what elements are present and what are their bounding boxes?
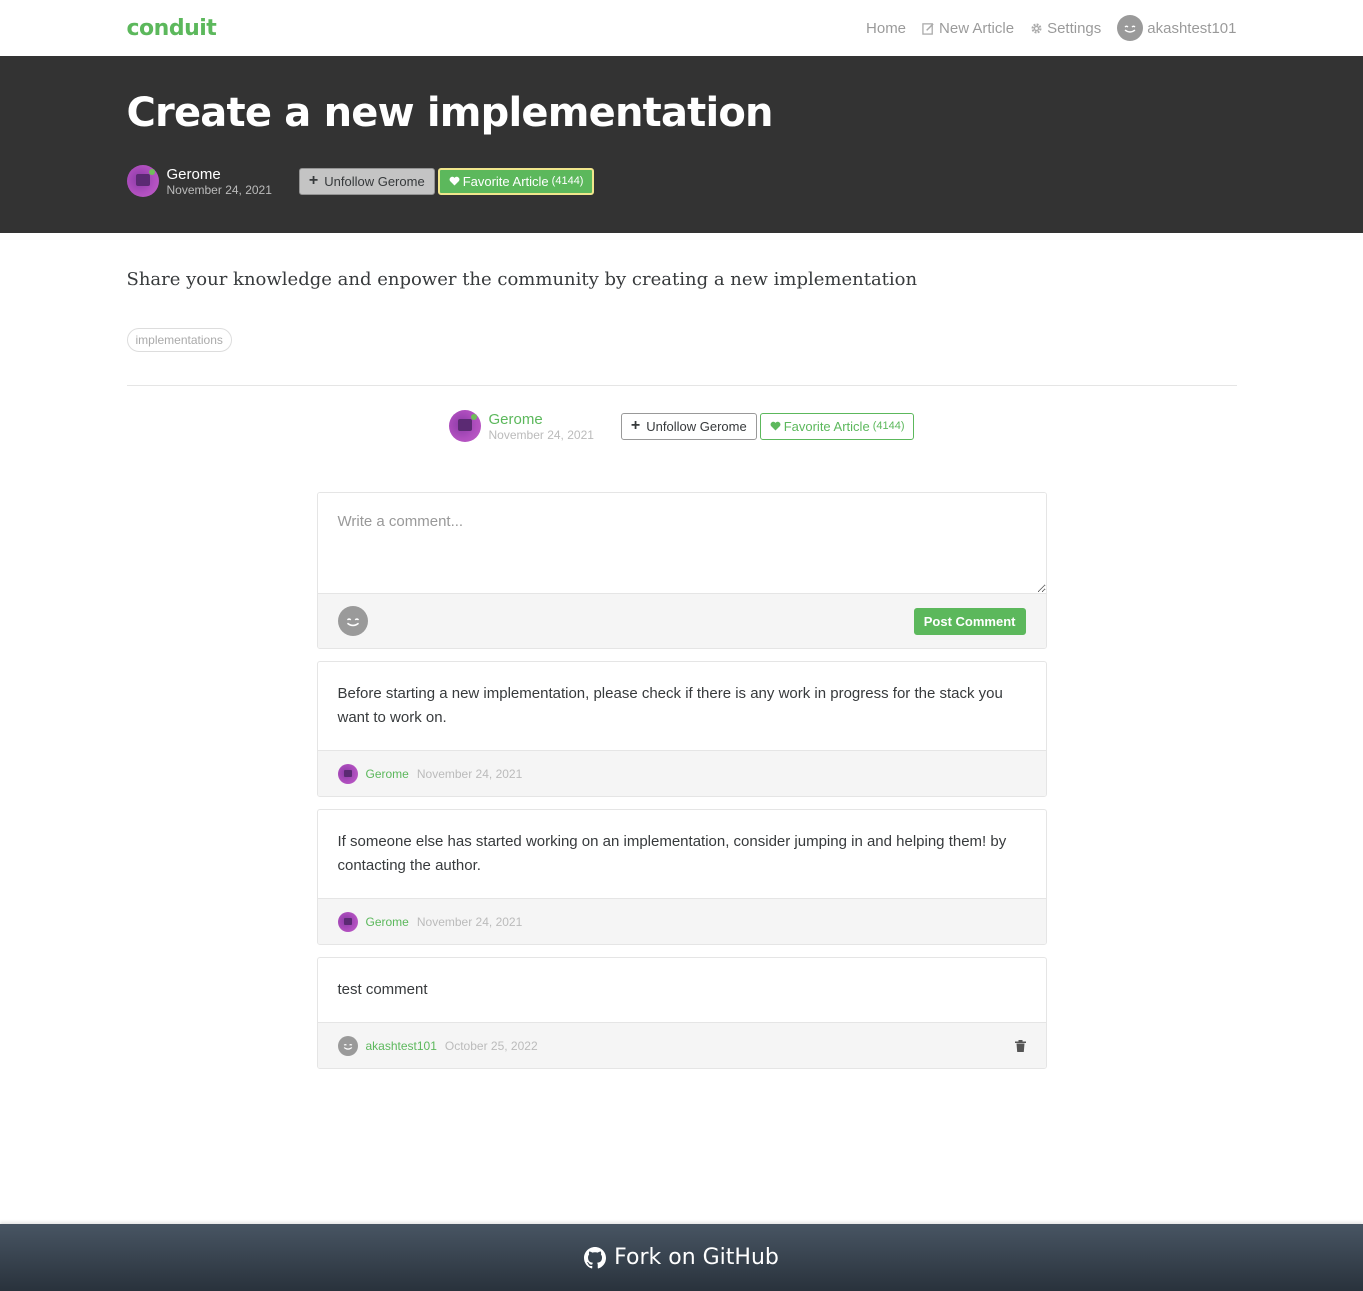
nav-home-label: Home [866,19,907,37]
favorite-label: Favorite Article [783,418,870,434]
comment-card: If someone else has started working on a… [316,809,1047,945]
fork-on-github-link[interactable]: Fork on GitHub [584,1245,779,1270]
author-avatar[interactable] [126,165,159,197]
author-name[interactable]: Gerome [489,411,594,428]
author-info: Gerome November 24, 2021 [489,411,594,442]
nav-profile[interactable]: akashtest101 [1117,15,1237,41]
author-info: Gerome November 24, 2021 [167,166,272,197]
comment-card: Before starting a new implementation, pl… [316,661,1047,797]
smiley-avatar-icon [337,606,368,636]
edit-icon [922,22,934,35]
comment-date: November 24, 2021 [416,914,523,929]
tag-list: implementations [126,328,1237,352]
heart-icon [449,176,460,186]
article-body: Share your knowledge and enpower the com… [126,269,918,290]
comment-author[interactable]: Gerome [366,767,409,781]
post-comment-button[interactable]: Post Comment [913,607,1026,635]
unfollow-label: Unfollow Gerome [646,418,747,434]
plus-icon: + [308,172,319,189]
footer: Fork on GitHub [0,1224,1363,1291]
favorite-button[interactable]: Favorite Article (4144) [437,167,595,195]
comment-card: test comment akashtest101 October 25, 20… [316,957,1047,1069]
comment-body: If someone else has started working on a… [337,833,1007,874]
article-date: November 24, 2021 [166,182,272,197]
tag-pill[interactable]: implementations [126,328,232,352]
article-content: Share your knowledge and enpower the com… [126,233,1237,1069]
comment-form: Post Comment [316,492,1047,649]
github-icon [584,1246,607,1268]
plus-icon: + [630,417,641,434]
nav-settings-label: Settings [1047,19,1102,37]
navbar: conduit Home New Article Settings akasht… [0,0,1363,56]
article-date: November 24, 2021 [488,427,594,442]
comment-author[interactable]: akashtest101 [366,1039,437,1053]
nav-username: akashtest101 [1147,19,1237,37]
gear-icon [1031,22,1042,34]
comments-section: Post Comment Before starting a new imple… [316,492,1047,1069]
favorite-button[interactable]: Favorite Article (4144) [759,412,915,440]
smiley-avatar-icon[interactable] [337,1035,358,1056]
comment-author[interactable]: Gerome [366,915,409,929]
comment-body: Before starting a new implementation, pl… [337,685,1003,726]
comment-body: test comment [337,981,428,998]
trash-icon[interactable] [1014,1039,1026,1052]
nav-links: Home New Article Settings akashtest101 [866,15,1237,41]
smiley-avatar-icon [1117,15,1144,41]
nav-home[interactable]: Home [866,20,906,37]
unfollow-button[interactable]: + Unfollow Gerome [298,167,435,195]
favorite-count: (4144) [872,420,905,432]
article-banner: Create a new implementation Gerome Novem… [0,56,1363,233]
comment-date: October 25, 2022 [444,1038,538,1053]
nav-settings[interactable]: Settings [1030,20,1101,37]
comment-footer: akashtest101 October 25, 2022 [317,1022,1046,1068]
brand-logo[interactable]: conduit [127,16,217,41]
nav-new-article[interactable]: New Article [922,20,1014,37]
fork-on-github-label: Fork on GitHub [614,1245,779,1270]
heart-icon [770,421,781,431]
article-actions: Gerome November 24, 2021 + Unfollow Gero… [127,410,1237,442]
article-meta-top: Gerome November 24, 2021 + Unfollow Gero… [126,165,1237,197]
comment-input[interactable] [317,493,1046,593]
unfollow-label: Unfollow Gerome [324,173,425,189]
nav-new-article-label: New Article [939,19,1015,37]
article-meta-bottom: Gerome November 24, 2021 + Unfollow Gero… [448,410,915,442]
author-avatar[interactable] [448,410,481,442]
favorite-count: (4144) [551,175,584,187]
comment-date: November 24, 2021 [416,766,523,781]
author-name[interactable]: Gerome [167,166,272,183]
divider [126,385,1237,386]
favorite-label: Favorite Article [462,173,549,189]
comment-form-footer: Post Comment [317,593,1046,648]
comment-author-avatar[interactable] [337,911,358,932]
article-title: Create a new implementation [126,90,774,136]
comment-author-avatar[interactable] [337,763,358,784]
comment-footer: Gerome November 24, 2021 [317,898,1046,944]
comment-footer: Gerome November 24, 2021 [317,750,1046,796]
unfollow-button[interactable]: + Unfollow Gerome [620,412,757,440]
